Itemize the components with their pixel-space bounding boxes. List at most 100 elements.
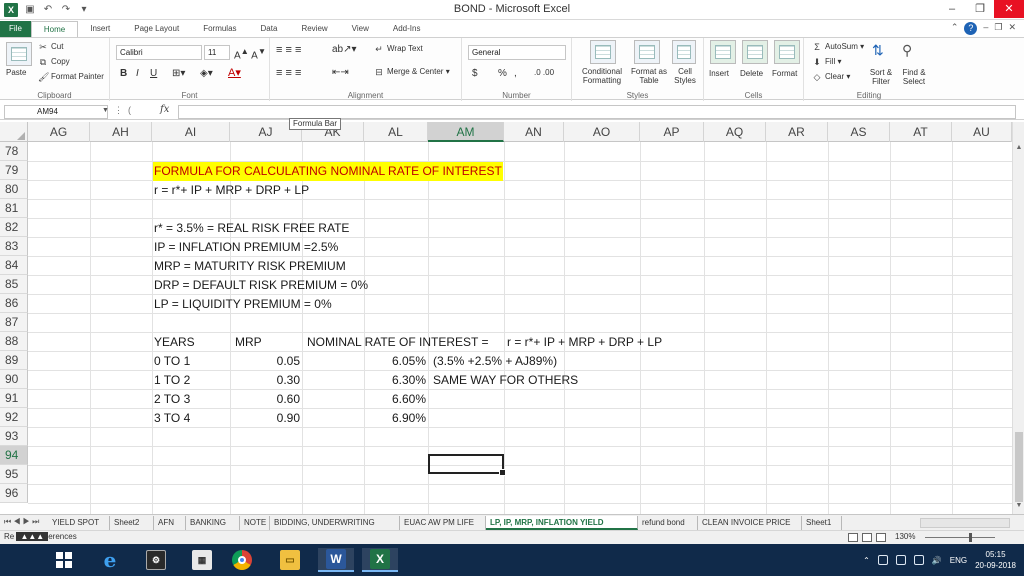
zoom-level[interactable]: 130% [895,532,915,541]
clock[interactable]: 05:15 20-09-2018 [975,549,1016,571]
rate-cell[interactable]: 6.60% [364,390,426,409]
format-button[interactable]: Format [772,69,797,78]
borders-icon[interactable]: ⊞▾ [172,68,185,79]
rate-cell[interactable]: 6.05% [364,352,426,371]
row-header[interactable]: 79 [0,161,28,180]
note-cell[interactable]: (3.5% +2.5% + AJ89%) [433,352,557,371]
find-select-button[interactable]: Find & Select [898,68,930,86]
indent-icon[interactable]: ⇤⇥ [332,67,349,78]
comma-button[interactable]: , [514,68,517,79]
years-header-cell[interactable]: YEARS [154,333,195,352]
row-header[interactable]: 85 [0,275,28,294]
clear-button[interactable]: ◇ Clear ▾ [812,72,851,82]
years-cell[interactable]: 3 TO 4 [154,409,190,428]
column-header[interactable]: AL [364,122,428,142]
sheet-tab[interactable]: LP, IP, MRP, INFLATION YIELD [486,516,638,530]
sheet-nav-icon[interactable]: ⏮ ◀ ▶ ⏭ [4,517,39,527]
underline-button[interactable]: U [150,68,157,79]
doc-restore-icon[interactable]: ❐ [994,22,1002,35]
format-painter-button[interactable]: 🖌 Format Painter [38,72,104,82]
column-header[interactable]: AP [640,122,704,142]
row-header[interactable]: 87 [0,313,28,332]
merge-center-button[interactable]: ⊟ Merge & Center ▾ [374,67,450,77]
format-as-table-icon[interactable] [634,40,660,64]
sheet-tab[interactable]: CLEAN INVOICE PRICE [698,516,802,530]
mrp-cell[interactable]: 0.90 [230,409,300,428]
formula-bar-controls[interactable]: ⋮ ( [114,105,131,116]
decimal-icon[interactable]: .0 .00 [534,68,554,77]
tab-data[interactable]: Data [249,21,290,37]
sheet-tab[interactable]: EUAC AW PM LIFE [400,516,486,530]
horizontal-scrollbar[interactable] [920,518,1010,528]
app-taskbar-button[interactable]: ⚙ [138,548,174,572]
language-indicator[interactable]: ENG [950,556,967,565]
column-header[interactable]: AU [952,122,1012,142]
sheet-tab[interactable]: Sheet2 [110,516,154,530]
years-cell[interactable]: 0 TO 1 [154,352,190,371]
rate-cell[interactable]: 6.90% [364,409,426,428]
definition-cell[interactable]: DRP = DEFAULT RISK PREMIUM = 0% [154,276,368,295]
sheet-tab[interactable]: NOTE [240,516,270,530]
fill-color-icon[interactable]: ◈▾ [200,68,213,79]
scroll-up-icon[interactable]: ▲ [1013,142,1024,154]
row-header[interactable]: 92 [0,408,28,427]
tab-file[interactable]: File [0,21,31,37]
sheet-tab[interactable]: YIELD SPOT [48,516,110,530]
title-cell[interactable]: FORMULA FOR CALCULATING NOMINAL RATE OF … [153,162,503,181]
number-format-select[interactable]: General [468,45,566,60]
row-header[interactable]: 91 [0,389,28,408]
tab-review[interactable]: Review [289,21,339,37]
formula-text-cell[interactable]: r = r*+ IP + MRP + DRP + LP [154,181,309,200]
row-header[interactable]: 83 [0,237,28,256]
conditional-formatting-icon[interactable] [590,40,616,64]
row-header[interactable]: 88 [0,332,28,351]
worksheet-grid[interactable]: 78 79 80 81 82 83 84 85 86 87 88 89 90 91 92 93 94 95 96 F… [0,142,1012,514]
sheet-tab[interactable]: AFN [154,516,186,530]
format-as-table-button[interactable]: Format as Table [630,67,668,85]
column-header[interactable]: AH [90,122,152,142]
tray-app-icon[interactable] [877,555,888,565]
tab-insert[interactable]: Insert [78,21,122,37]
sheet-tab[interactable]: BIDDING, UNDERWRITING [270,516,400,530]
conditional-formatting-button[interactable]: Conditional Formatting [574,67,630,85]
binoculars-icon[interactable]: ⚲ [902,42,912,59]
column-header[interactable]: AN [504,122,564,142]
help-icon[interactable]: ? [964,22,978,35]
definition-cell[interactable]: r* = 3.5% = REAL RISK FREE RATE [154,219,349,238]
name-box[interactable]: AM94 [4,105,108,119]
ie-taskbar-button[interactable]: e [92,548,128,572]
mrp-header-cell[interactable]: MRP [235,333,262,352]
select-all-button[interactable] [0,122,28,142]
insert-button[interactable]: Insert [709,69,729,78]
row-header[interactable]: 80 [0,180,28,199]
name-box-dropdown-icon[interactable]: ▼ [102,107,109,114]
column-header[interactable]: AQ [704,122,766,142]
row-header[interactable]: 94 [0,446,28,465]
column-header[interactable]: AR [766,122,828,142]
chrome-taskbar-button[interactable] [224,548,260,572]
word-taskbar-button[interactable]: W [318,548,354,572]
tab-add-ins[interactable]: Add-Ins [381,21,433,37]
column-header[interactable]: AT [890,122,952,142]
definition-cell[interactable]: IP = INFLATION PREMIUM =2.5% [154,238,338,257]
formula-header-cell[interactable]: r = r*+ IP + MRP + DRP + LP [507,333,662,352]
start-button[interactable] [46,548,82,572]
insert-function-icon[interactable]: fx [160,104,169,115]
close-button[interactable]: ✕ [994,0,1024,18]
row-header[interactable]: 96 [0,484,28,503]
font-color-icon[interactable]: A▾ [228,66,241,79]
definition-cell[interactable]: MRP = MATURITY RISK PREMIUM [154,257,346,276]
row-header[interactable]: 84 [0,256,28,275]
years-cell[interactable]: 2 TO 3 [154,390,190,409]
italic-button[interactable]: I [136,68,139,79]
calculator-taskbar-button[interactable]: ▦ [184,548,220,572]
note-cell[interactable]: SAME WAY FOR OTHERS [433,371,578,390]
ribbon-minimize-icon[interactable]: ⌃ [951,22,959,35]
restore-button[interactable]: ❐ [966,0,994,18]
active-cell-selection[interactable] [428,454,506,476]
autosum-button[interactable]: Σ AutoSum ▾ [812,42,864,52]
definition-cell[interactable]: LP = LIQUIDITY PREMIUM = 0% [154,295,332,314]
cut-button[interactable]: ✂ Cut [38,42,63,52]
years-cell[interactable]: 1 TO 2 [154,371,190,390]
sheet-tab[interactable]: BANKING [186,516,240,530]
